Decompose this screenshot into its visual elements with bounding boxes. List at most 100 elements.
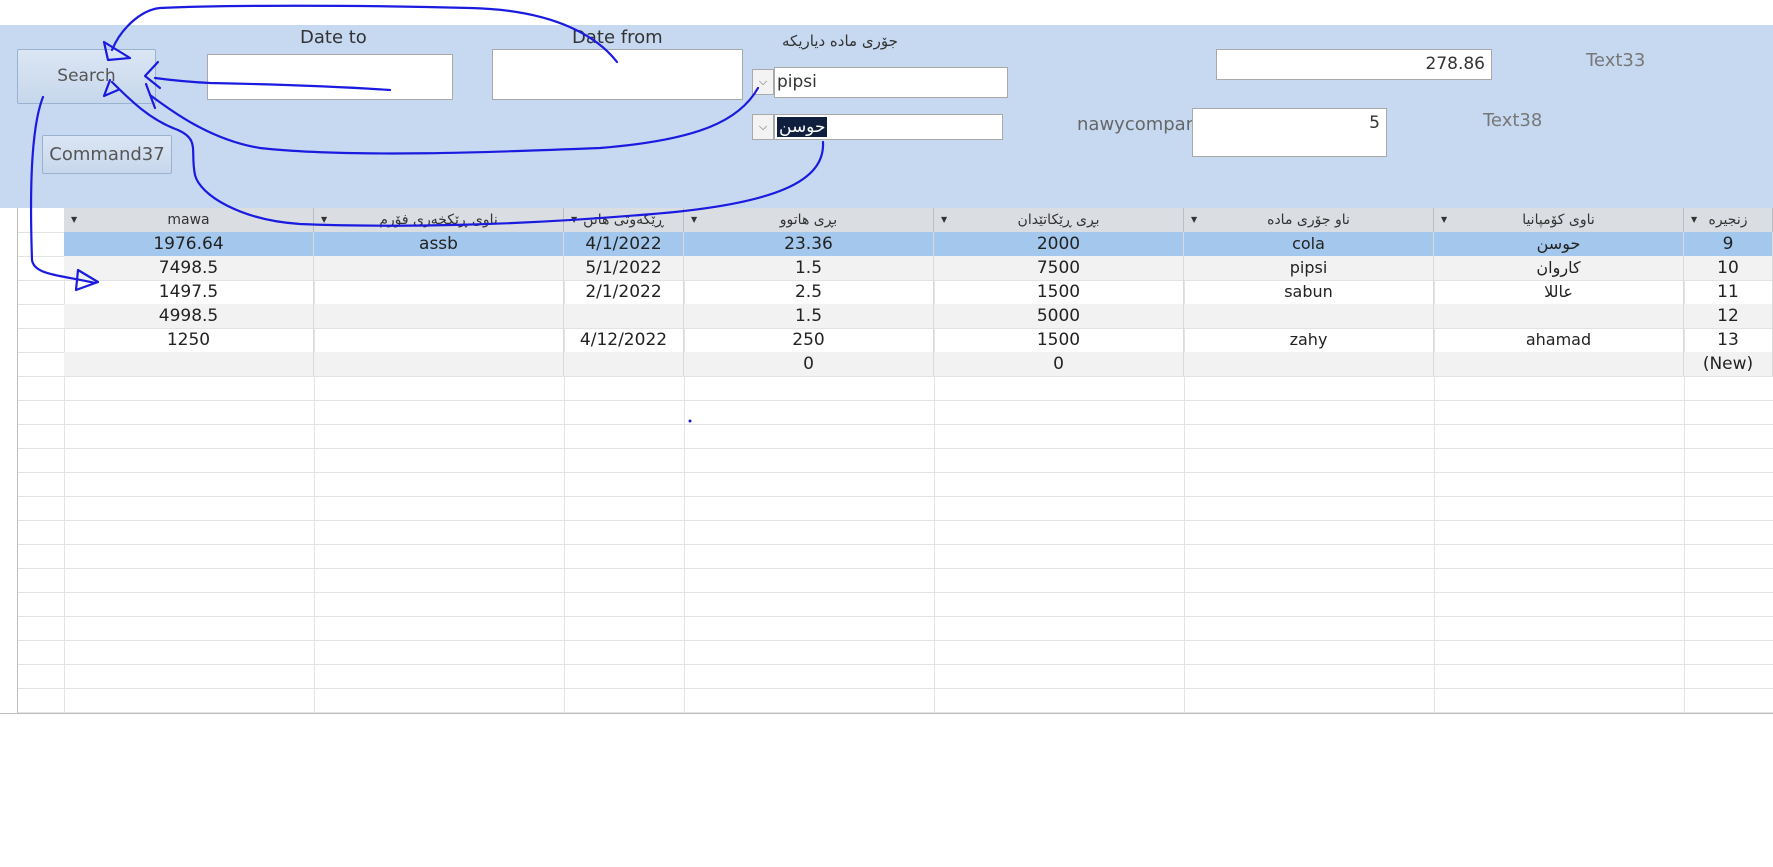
column-qty-in-cell[interactable]: 0 <box>684 352 934 376</box>
sort-arrow-icon[interactable]: ▼ <box>941 208 947 232</box>
column-id-cell[interactable]: 13 <box>1684 328 1773 352</box>
column-id-cell[interactable]: (New) <box>1684 352 1773 376</box>
chevron-down-icon[interactable]: ⌵ <box>752 69 774 95</box>
column-qty-given-cell[interactable]: 5000 <box>934 304 1184 328</box>
column-form-maker-header[interactable]: ▼ ناوی ڕێکخەری فۆرم <box>314 208 564 232</box>
column-form-maker-cell[interactable] <box>314 304 564 328</box>
column-company-cell[interactable] <box>1434 304 1684 328</box>
table-row[interactable]: 1250 4/12/2022 250 1500 zahy ahamad 13 <box>64 328 1773 352</box>
column-qty-in-cell[interactable]: 1.5 <box>684 304 934 328</box>
text33-label: Text33 <box>1586 50 1646 71</box>
column-qty-given-header[interactable]: ▼ بڕی ڕێکاتێدان <box>934 208 1184 232</box>
chevron-down-icon[interactable]: ⌵ <box>752 114 774 140</box>
column-material-header[interactable]: ▼ ناو جۆری مادە <box>1184 208 1434 232</box>
material-type-label: جۆری مادە دیاریکە <box>782 32 898 50</box>
column-company-cell[interactable]: عاللا <box>1434 280 1684 304</box>
column-qty-in-cell[interactable]: 2.5 <box>684 280 934 304</box>
column-qty-given-cell[interactable]: 1500 <box>934 280 1184 304</box>
column-material-cell[interactable] <box>1184 352 1434 376</box>
column-mawa-cell[interactable]: 7498.5 <box>64 256 314 280</box>
column-mawa-cell[interactable]: 1976.64 <box>64 232 314 256</box>
company-combo[interactable]: حوسن <box>774 114 1003 140</box>
nawycompany-field[interactable]: 5 <box>1192 108 1387 157</box>
text38-label: Text38 <box>1483 110 1543 131</box>
column-date-cell[interactable] <box>564 352 684 376</box>
sort-arrow-icon[interactable]: ▼ <box>1691 208 1697 232</box>
datasheet: ▼ mawa ▼ ناوی ڕێکخەری فۆرم ▼ ڕێکەوتی هاتن ▼ بڕی… <box>0 208 1773 714</box>
column-id-cell[interactable]: 9 <box>1684 232 1773 256</box>
column-headers: ▼ mawa ▼ ناوی ڕێکخەری فۆرم ▼ ڕێکەوتی هاتن ▼ بڕی… <box>64 208 1773 233</box>
table-row[interactable]: 4998.5 1.5 5000 12 <box>64 304 1773 328</box>
column-material-cell[interactable]: cola <box>1184 232 1434 256</box>
column-company-cell[interactable]: ahamad <box>1434 328 1684 352</box>
sort-arrow-icon[interactable]: ▼ <box>321 208 327 232</box>
column-date-cell[interactable]: 2/1/2022 <box>564 280 684 304</box>
column-company-cell[interactable]: حوسن <box>1434 232 1684 256</box>
company-combo-value: حوسن <box>777 117 828 137</box>
grid-line <box>17 688 1773 689</box>
column-material-cell[interactable]: sabun <box>1184 280 1434 304</box>
column-header-label: mawa <box>167 212 210 228</box>
table-row[interactable]: 7498.5 5/1/2022 1.5 7500 pipsi کاروان 10 <box>64 256 1773 280</box>
column-mawa-cell[interactable]: 4998.5 <box>64 304 314 328</box>
column-id-cell[interactable]: 11 <box>1684 280 1773 304</box>
column-form-maker-cell[interactable] <box>314 280 564 304</box>
grid-line <box>17 568 1773 569</box>
sort-arrow-icon[interactable]: ▼ <box>691 208 697 232</box>
sort-arrow-icon[interactable]: ▼ <box>1441 208 1447 232</box>
column-date-cell[interactable]: 4/12/2022 <box>564 328 684 352</box>
column-company-header[interactable]: ▼ ناوی کۆمپانیا <box>1434 208 1684 232</box>
sort-arrow-icon[interactable]: ▼ <box>571 208 577 232</box>
date-from-field[interactable] <box>492 49 743 100</box>
column-qty-given-cell[interactable]: 1500 <box>934 328 1184 352</box>
column-qty-in-cell[interactable]: 23.36 <box>684 232 934 256</box>
column-date-cell[interactable]: 5/1/2022 <box>564 256 684 280</box>
table-row[interactable]: 1497.5 2/1/2022 2.5 1500 sabun عاللا 11 <box>64 280 1773 304</box>
column-material-cell[interactable] <box>1184 304 1434 328</box>
column-header-label: زنجیرە <box>1708 212 1748 228</box>
grid-line <box>17 664 1773 665</box>
column-material-cell[interactable]: zahy <box>1184 328 1434 352</box>
command37-button[interactable]: Command37 <box>42 135 172 174</box>
grid-line <box>17 496 1773 497</box>
column-qty-given-cell[interactable]: 7500 <box>934 256 1184 280</box>
column-id-header[interactable]: ▼ زنجیرە <box>1684 208 1773 232</box>
column-date-cell[interactable] <box>564 304 684 328</box>
datasheet-bottom-border <box>0 713 1773 714</box>
text33-value: 278.86 <box>1425 54 1485 74</box>
column-date-cell[interactable]: 4/1/2022 <box>564 232 684 256</box>
column-form-maker-cell[interactable] <box>314 256 564 280</box>
column-header-label: ناوی کۆمپانیا <box>1522 212 1595 228</box>
text33-field[interactable]: 278.86 <box>1216 49 1492 80</box>
column-mawa-cell[interactable]: 1497.5 <box>64 280 314 304</box>
column-qty-in-cell[interactable]: 1.5 <box>684 256 934 280</box>
column-qty-given-cell[interactable]: 2000 <box>934 232 1184 256</box>
column-material-cell[interactable]: pipsi <box>1184 256 1434 280</box>
column-qty-in-cell[interactable]: 250 <box>684 328 934 352</box>
column-company-cell[interactable]: کاروان <box>1434 256 1684 280</box>
column-id-cell[interactable]: 12 <box>1684 304 1773 328</box>
material-combo[interactable]: pipsi <box>774 67 1008 98</box>
column-mawa-cell[interactable]: 1250 <box>64 328 314 352</box>
column-company-cell[interactable] <box>1434 352 1684 376</box>
grid-line <box>17 640 1773 641</box>
sort-arrow-icon[interactable]: ▼ <box>1191 208 1197 232</box>
table-row[interactable]: 1976.64 assb 4/1/2022 23.36 2000 cola حوسن 9 <box>64 232 1773 256</box>
grid-line <box>17 472 1773 473</box>
column-qty-in-header[interactable]: ▼ بڕی هاتوو <box>684 208 934 232</box>
grid-line <box>17 544 1773 545</box>
table-row[interactable]: 0 0 (New) <box>64 352 1773 376</box>
column-date-header[interactable]: ▼ ڕێکەوتی هاتن <box>564 208 684 232</box>
grid-line <box>17 424 1773 425</box>
column-form-maker-cell[interactable] <box>314 352 564 376</box>
column-form-maker-cell[interactable]: assb <box>314 232 564 256</box>
column-form-maker-cell[interactable] <box>314 328 564 352</box>
sort-arrow-icon[interactable]: ▼ <box>71 208 77 232</box>
column-mawa-cell[interactable] <box>64 352 314 376</box>
search-button[interactable]: Search <box>17 49 156 104</box>
grid-line <box>17 376 1773 377</box>
column-mawa-header[interactable]: ▼ mawa <box>64 208 314 232</box>
column-id-cell[interactable]: 10 <box>1684 256 1773 280</box>
column-qty-given-cell[interactable]: 0 <box>934 352 1184 376</box>
date-to-field[interactable] <box>207 54 453 100</box>
